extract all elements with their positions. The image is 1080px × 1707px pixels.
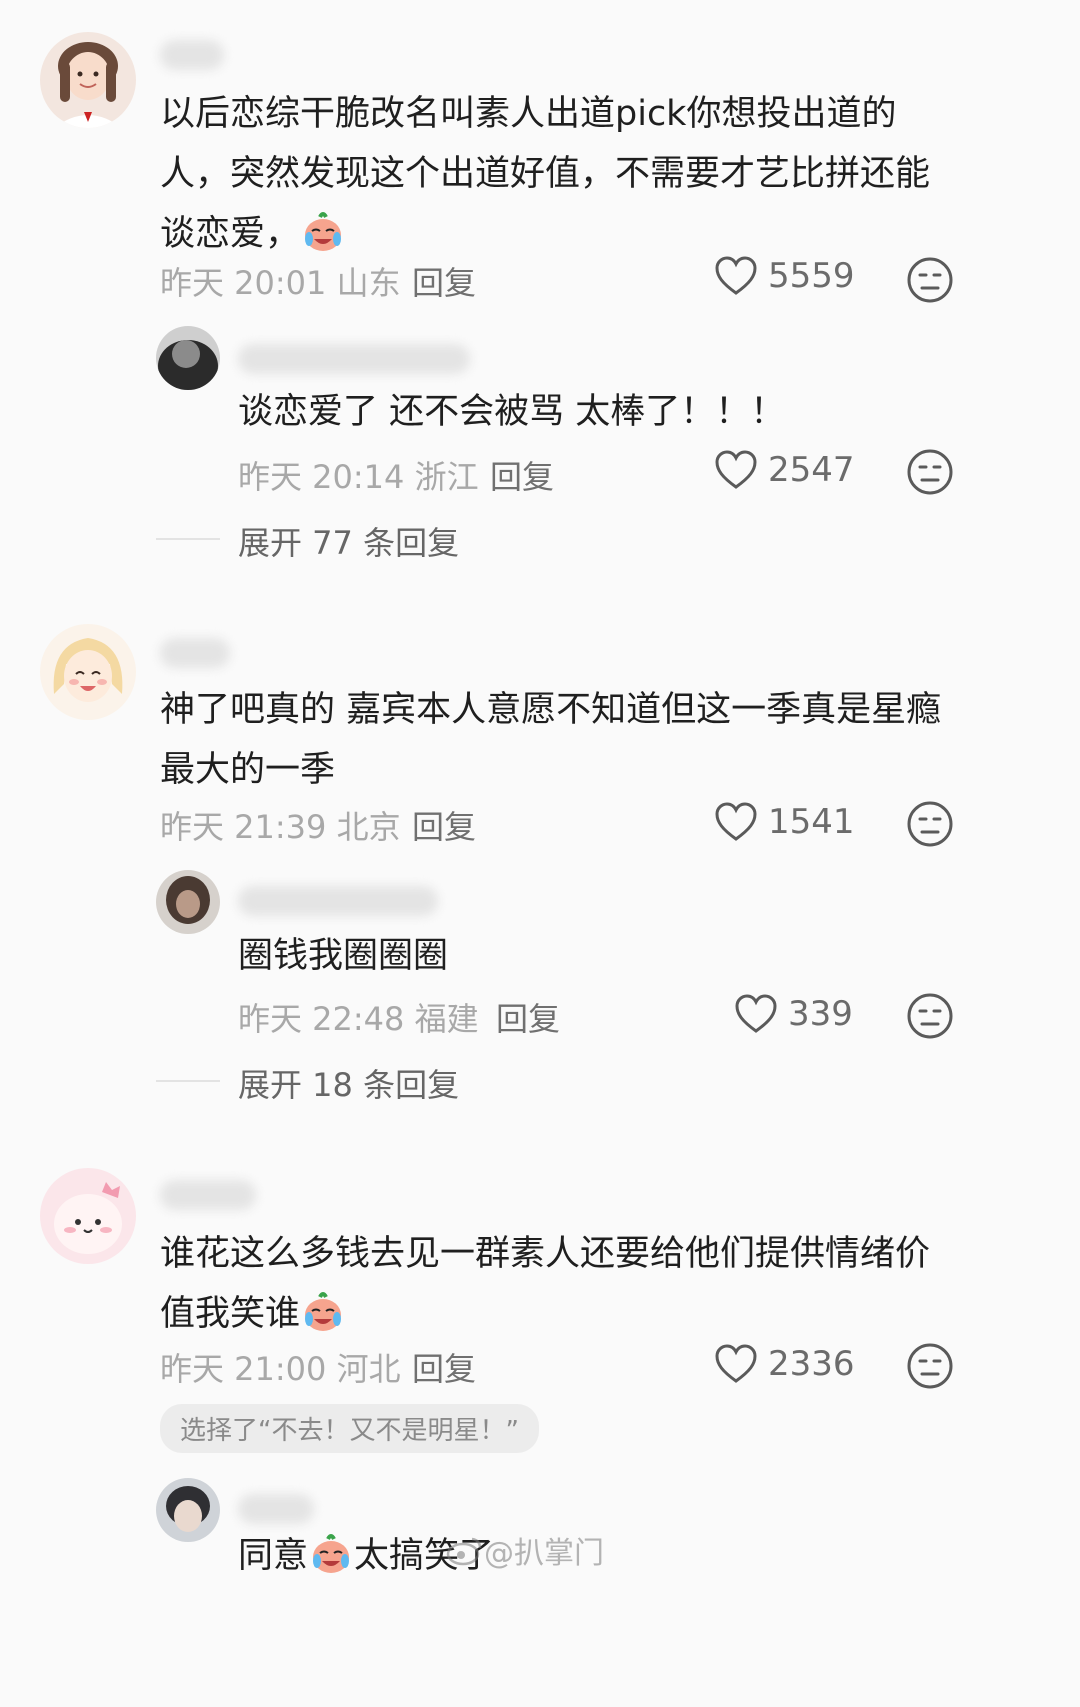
comment-text: 神了吧真的 嘉宾本人意愿不知道但这一季真是星瘾最大的一季 xyxy=(160,690,942,790)
expand-replies-button[interactable]: 展开 77 条回复 xyxy=(238,518,459,564)
like-button[interactable]: 5559 xyxy=(714,256,855,296)
neutral-face-icon xyxy=(907,993,953,1039)
dislike-button[interactable] xyxy=(906,256,954,304)
heart-outline-icon xyxy=(715,256,757,295)
like-button[interactable]: 1541 xyxy=(714,802,855,842)
dislike-button[interactable] xyxy=(906,992,954,1040)
reply-button[interactable]: 回复 xyxy=(412,802,476,848)
crying-laughing-emoji-icon xyxy=(308,1531,354,1577)
avatar[interactable] xyxy=(156,870,220,934)
like-count: 2547 xyxy=(768,450,855,490)
username[interactable] xyxy=(238,344,470,374)
heart-outline-icon xyxy=(715,802,757,841)
crying-laughing-emoji-icon xyxy=(300,1289,346,1335)
comment-meta: 昨天 21:00 河北 xyxy=(160,1344,401,1390)
username[interactable] xyxy=(160,40,224,70)
heart-outline-icon xyxy=(715,450,757,489)
like-count: 1541 xyxy=(768,802,855,842)
like-button[interactable]: 339 xyxy=(734,994,853,1034)
heart-outline-icon xyxy=(715,1344,757,1383)
username[interactable] xyxy=(238,1494,314,1524)
neutral-face-icon xyxy=(907,449,953,495)
comment-text: 谁花这么多钱去见一群素人还要给他们提供情绪价值我笑谁 xyxy=(160,1234,931,1335)
reply-button[interactable]: 回复 xyxy=(490,452,554,498)
heart-outline-icon xyxy=(735,994,777,1033)
location: 福建 xyxy=(414,1000,479,1038)
username[interactable] xyxy=(160,1180,256,1210)
location: 河北 xyxy=(336,1350,401,1388)
like-count: 5559 xyxy=(768,256,855,296)
vote-badge: 选择了“不去！又不是明星！” xyxy=(160,1404,539,1453)
timestamp: 昨天 21:39 xyxy=(160,808,327,846)
expand-replies-button[interactable]: 展开 18 条回复 xyxy=(238,1060,459,1106)
avatar[interactable] xyxy=(40,624,136,720)
dislike-button[interactable] xyxy=(906,448,954,496)
neutral-face-icon xyxy=(907,257,953,303)
like-count: 339 xyxy=(788,994,853,1034)
reply-text: 谈恋爱了 还不会被骂 太棒了！！！ xyxy=(238,392,786,432)
comment-meta: 昨天 20:01 山东 xyxy=(160,258,401,304)
avatar[interactable] xyxy=(156,326,220,390)
neutral-face-icon xyxy=(907,1343,953,1389)
username[interactable] xyxy=(238,886,438,916)
like-button[interactable]: 2547 xyxy=(714,450,855,490)
neutral-face-icon xyxy=(907,801,953,847)
reply-text: 圈钱我圈圈圈 xyxy=(238,936,449,976)
reply-button[interactable]: 回复 xyxy=(412,258,476,304)
dislike-button[interactable] xyxy=(906,800,954,848)
expand-divider xyxy=(156,538,220,540)
timestamp: 昨天 22:48 xyxy=(238,1000,405,1038)
reply-button[interactable]: 回复 xyxy=(412,1344,476,1390)
reply-meta: 昨天 20:14 浙江 xyxy=(238,452,479,498)
crying-laughing-emoji-icon xyxy=(300,209,346,255)
username[interactable] xyxy=(160,638,230,668)
avatar[interactable] xyxy=(40,1168,136,1264)
like-count: 2336 xyxy=(768,1344,855,1384)
like-button[interactable]: 2336 xyxy=(714,1344,855,1384)
expand-divider xyxy=(156,1080,220,1082)
reply-meta: 昨天 22:48 福建 xyxy=(238,994,479,1040)
timestamp: 昨天 20:14 xyxy=(238,458,405,496)
location: 浙江 xyxy=(414,458,479,496)
avatar[interactable] xyxy=(40,32,136,128)
timestamp: 昨天 20:01 xyxy=(160,264,327,302)
comment-meta: 昨天 21:39 北京 xyxy=(160,802,401,848)
timestamp: 昨天 21:00 xyxy=(160,1350,327,1388)
weibo-logo-icon xyxy=(446,1536,484,1574)
location: 山东 xyxy=(336,264,401,302)
reply-button[interactable]: 回复 xyxy=(496,994,560,1040)
avatar[interactable] xyxy=(156,1478,220,1542)
comment-text: 以后恋综干脆改名叫素人出道pick你想投出道的人，突然发现这个出道好值，不需要才… xyxy=(160,94,931,255)
location: 北京 xyxy=(336,808,401,846)
watermark: @扒掌门 xyxy=(446,1528,604,1574)
dislike-button[interactable] xyxy=(906,1342,954,1390)
